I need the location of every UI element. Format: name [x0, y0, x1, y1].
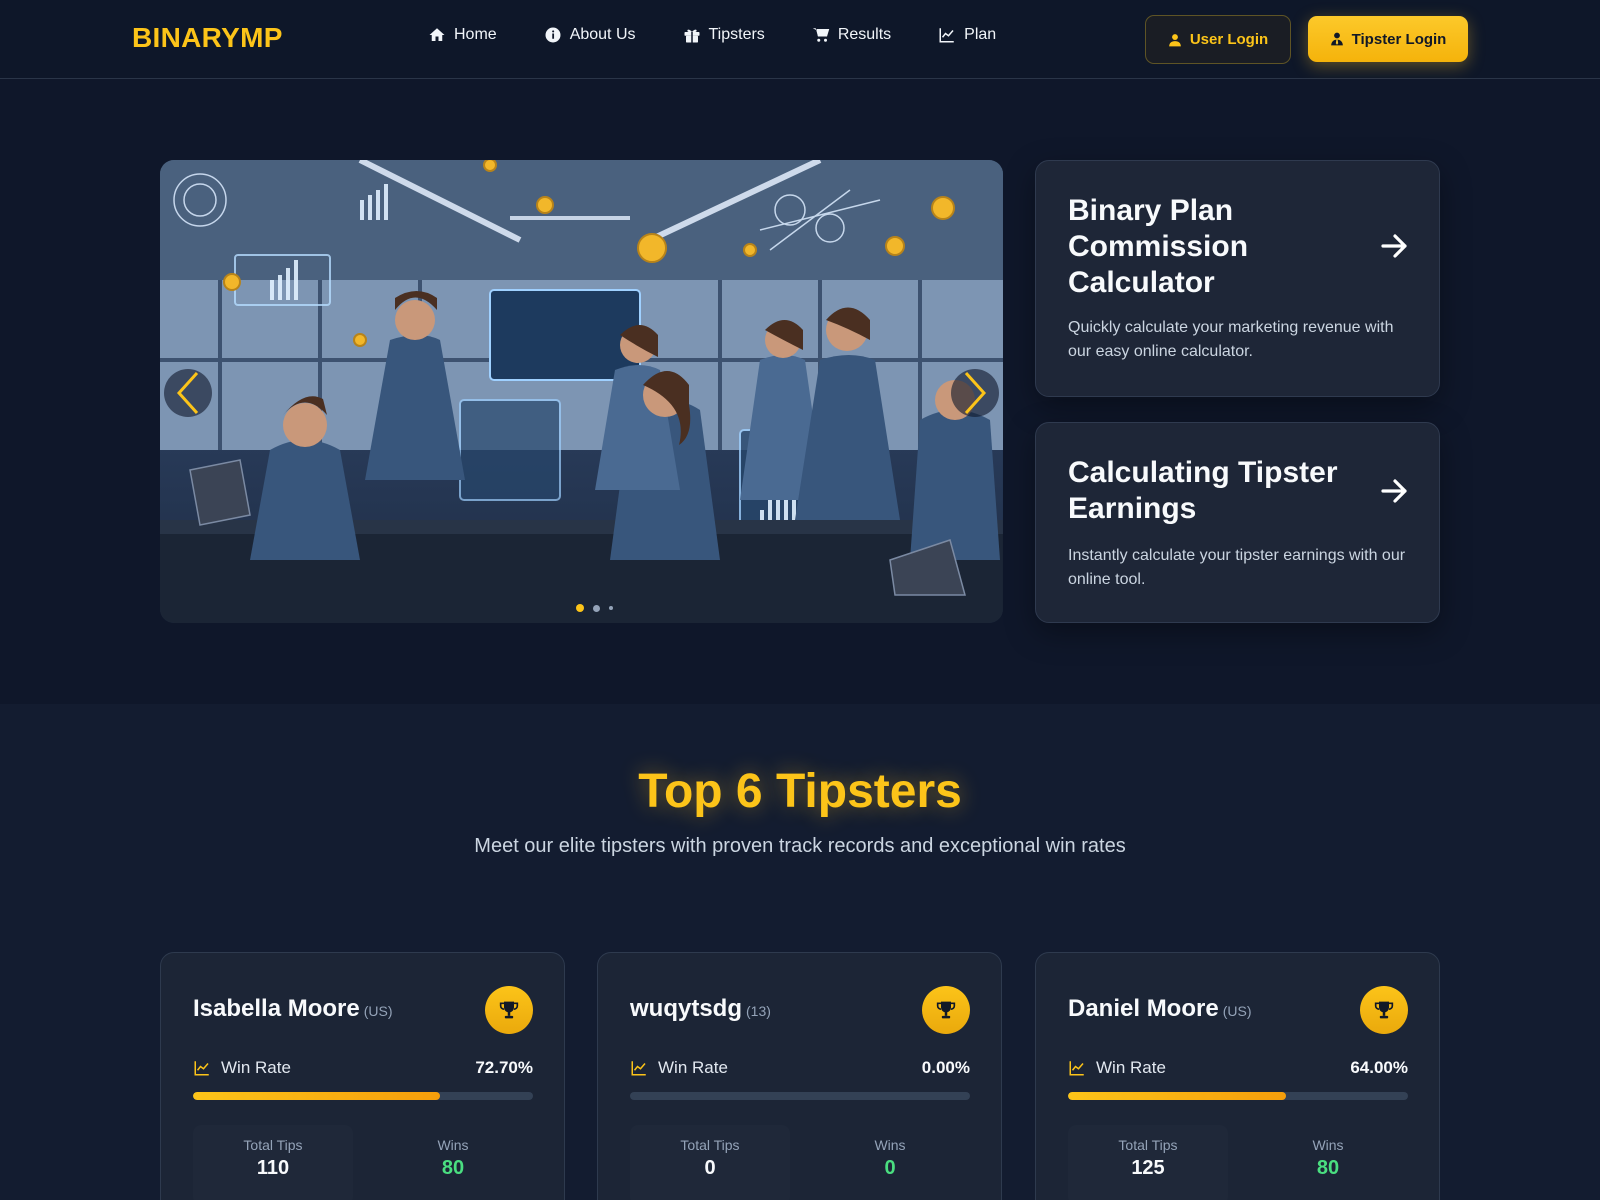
arrow-right-icon [1381, 479, 1407, 503]
total-tips-stat: Total Tips 0 [630, 1125, 790, 1200]
win-rate-row: Win Rate 0.00% [630, 1058, 970, 1078]
chart-line-icon [939, 28, 954, 43]
tipster-country: (US) [363, 1003, 393, 1019]
trophy-icon [1374, 1001, 1394, 1019]
chart-line-icon [194, 1061, 209, 1076]
hero-carousel[interactable] [160, 160, 1003, 623]
wins-stat: Wins 80 [373, 1125, 533, 1200]
chart-line-icon [631, 1061, 646, 1076]
nav-item-tipsters[interactable]: Tipsters [683, 26, 765, 44]
tipster-login-button[interactable]: Tipster Login [1308, 16, 1468, 62]
wins-value: 80 [1316, 1157, 1340, 1179]
chevron-left-icon [176, 371, 199, 415]
nav-item-plan[interactable]: Plan [938, 26, 996, 44]
win-rate-progress [630, 1092, 970, 1100]
tipster-name: Isabella Moore (US) [193, 995, 393, 1023]
user-login-label: User Login [1189, 31, 1269, 48]
carousel-dot-1[interactable] [576, 604, 584, 612]
win-rate-progress-fill [193, 1092, 441, 1100]
total-tips-value: 110 [256, 1157, 290, 1179]
win-rate-row: Win Rate 72.70% [193, 1058, 533, 1078]
wins-stat: Wins 0 [810, 1125, 970, 1200]
tipster-name-text: Isabella Moore [193, 995, 360, 1022]
total-tips-stat: Total Tips 125 [1068, 1125, 1228, 1200]
tipster-name-text: Daniel Moore [1068, 995, 1219, 1022]
chart-line-icon [1069, 1061, 1084, 1076]
tipster-card[interactable]: Isabella Moore (US) Win Rate 72.70% Total… [160, 952, 565, 1200]
carousel-dot-2[interactable] [593, 604, 600, 612]
tipster-name-text: wuqytsdg [630, 995, 742, 1022]
trophy-icon [499, 1001, 519, 1019]
win-rate-value: 72.70% [475, 1058, 533, 1077]
section-subtitle: Meet our elite tipsters with proven trac… [474, 835, 1126, 857]
trophy-badge [922, 986, 970, 1034]
win-rate-label: Win Rate [1096, 1058, 1166, 1077]
promo-card-tipster-earnings[interactable]: Calculating Tipster Earnings Instantly c… [1035, 422, 1440, 623]
total-tips-stat: Total Tips 110 [193, 1125, 353, 1200]
win-rate-progress [193, 1092, 533, 1100]
total-tips-value: 125 [1131, 1157, 1165, 1179]
user-icon [1168, 33, 1181, 46]
carousel-slide-image [160, 160, 1003, 623]
promo-title: Binary Plan Commission Calculator [1068, 194, 1249, 299]
trophy-icon [936, 1001, 956, 1019]
win-rate-value: 64.00% [1350, 1058, 1408, 1077]
nav-label: Home [454, 26, 497, 43]
total-tips-label: Total Tips [243, 1137, 303, 1153]
wins-label: Wins [874, 1137, 906, 1153]
top-tipsters-section: Top 6 Tipsters Meet our elite tipsters w… [0, 704, 1600, 1200]
main-nav: Home About Us Tipsters Results Plan [428, 26, 1043, 44]
promo-description: Quickly calculate your marketing revenue… [1068, 319, 1394, 360]
nav-label: Results [837, 26, 892, 43]
tipster-login-label: Tipster Login [1351, 30, 1447, 48]
nav-label: Plan [964, 26, 997, 43]
win-rate-row: Win Rate 64.00% [1068, 1058, 1408, 1078]
win-rate-progress-fill [1068, 1092, 1286, 1100]
arrow-right-icon [1381, 234, 1407, 258]
win-rate-progress [1068, 1092, 1408, 1100]
total-tips-label: Total Tips [1118, 1137, 1178, 1153]
user-login-button[interactable]: User Login [1145, 15, 1291, 64]
info-icon [545, 27, 561, 43]
chevron-right-icon [964, 371, 987, 415]
nav-item-about-us[interactable]: About Us [544, 26, 636, 44]
site-logo[interactable]: BINARYMP [132, 22, 283, 54]
total-tips-value: 0 [704, 1157, 716, 1179]
user-tie-icon [1330, 32, 1343, 46]
tipster-card[interactable]: Daniel Moore (US) Win Rate 64.00% Total T… [1035, 952, 1440, 1200]
trophy-badge [485, 986, 533, 1034]
wins-label: Wins [1312, 1137, 1344, 1153]
section-title: Top 6 Tipsters [638, 765, 962, 818]
promo-title: Calculating Tipster Earnings [1068, 456, 1338, 525]
promo-card-commission-calculator[interactable]: Binary Plan Commission Calculator Quickl… [1035, 160, 1440, 397]
carousel-prev-button[interactable] [164, 369, 212, 417]
promo-description: Instantly calculate your tipster earning… [1068, 547, 1406, 588]
trophy-badge [1360, 986, 1408, 1034]
win-rate-label: Win Rate [658, 1058, 728, 1077]
tipster-country: (13) [746, 1003, 771, 1019]
hero-section: Binary Plan Commission Calculator Quickl… [0, 79, 1600, 704]
tipster-name: Daniel Moore (US) [1068, 995, 1251, 1023]
tipster-name: wuqytsdg (13) [630, 995, 771, 1023]
navbar: BINARYMP Home About Us Tipsters Results … [0, 0, 1600, 79]
wins-label: Wins [437, 1137, 469, 1153]
nav-item-results[interactable]: Results [812, 26, 891, 44]
home-icon [429, 28, 445, 41]
wins-stat: Wins 80 [1248, 1125, 1408, 1200]
nav-label: Tipsters [708, 26, 765, 43]
carousel-indicators [576, 604, 613, 612]
total-tips-label: Total Tips [680, 1137, 740, 1153]
win-rate-value: 0.00% [921, 1058, 970, 1077]
gift-icon [684, 29, 699, 43]
carousel-next-button[interactable] [951, 369, 999, 417]
nav-label: About Us [569, 26, 636, 43]
wins-value: 80 [441, 1157, 465, 1179]
carousel-dot-3[interactable] [609, 606, 613, 610]
nav-item-home[interactable]: Home [428, 26, 497, 44]
win-rate-label: Win Rate [221, 1058, 291, 1077]
tipster-country: (US) [1222, 1003, 1252, 1019]
cart-icon [812, 28, 830, 42]
tipster-card[interactable]: wuqytsdg (13) Win Rate 0.00% Total Tips 0… [597, 952, 1002, 1200]
wins-value: 0 [884, 1157, 896, 1179]
